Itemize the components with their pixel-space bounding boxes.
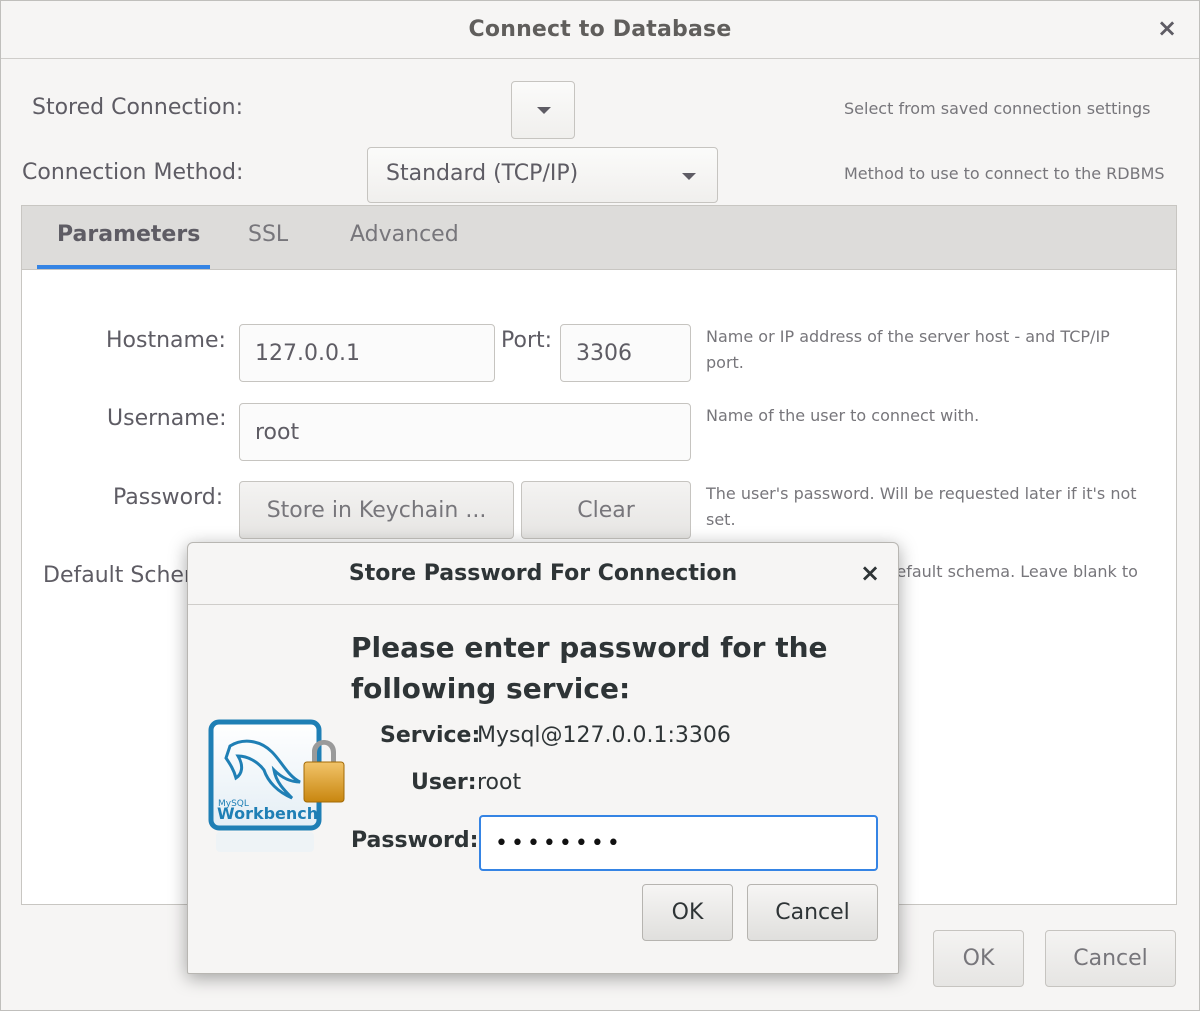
dialog-close-icon[interactable]: × (860, 561, 880, 585)
window-close-icon[interactable]: × (1157, 16, 1177, 40)
window-title: Connect to Database (468, 17, 732, 42)
port-label: Port: (501, 328, 553, 353)
tab-bar: Parameters SSL Advanced (22, 206, 1176, 270)
tab-parameters[interactable]: Parameters (57, 222, 200, 247)
user-label: User: (411, 770, 477, 795)
hostname-hint-line2: port. (706, 353, 744, 372)
dialog-ok-button[interactable]: OK (642, 884, 733, 941)
connection-method-value: Standard (TCP/IP) (386, 161, 579, 186)
hostname-label: Hostname: (106, 328, 226, 353)
password-hint-line1: The user's password. Will be requested l… (706, 484, 1137, 503)
store-in-keychain-button[interactable]: Store in Keychain ... (239, 481, 514, 539)
port-input[interactable]: 3306 (560, 324, 691, 382)
tab-advanced[interactable]: Advanced (350, 222, 459, 247)
stored-connection-label: Stored Connection: (32, 95, 243, 120)
dialog-cancel-button[interactable]: Cancel (747, 884, 878, 941)
username-label: Username: (107, 406, 227, 431)
hostname-hint-line1: Name or IP address of the server host - … (706, 327, 1110, 346)
stored-connection-dropdown[interactable] (511, 81, 575, 139)
stored-connection-hint: Select from saved connection settings (844, 99, 1151, 118)
username-input[interactable]: root (239, 403, 691, 461)
connection-method-dropdown[interactable]: Standard (TCP/IP) (367, 147, 718, 203)
dialog-password-input[interactable]: •••••••• (479, 815, 878, 871)
service-value: Mysql@127.0.0.1:3306 (477, 723, 731, 748)
service-label: Service: (380, 723, 481, 748)
window-titlebar: Connect to Database × (1, 1, 1199, 59)
username-hint: Name of the user to connect with. (706, 406, 980, 425)
chevron-down-icon (537, 107, 551, 114)
dialog-titlebar: Store Password For Connection × (188, 543, 898, 605)
dialog-heading-line2: following service: (351, 672, 631, 705)
dialog-title: Store Password For Connection (348, 561, 738, 586)
password-label: Password: (113, 485, 224, 510)
clear-password-button[interactable]: Clear (521, 481, 691, 539)
store-password-dialog: Store Password For Connection × Please e… (187, 542, 899, 974)
hostname-input[interactable]: 127.0.0.1 (239, 324, 495, 382)
chevron-down-icon (682, 173, 696, 180)
connect-ok-button[interactable]: OK (933, 930, 1024, 987)
active-tab-indicator (37, 265, 210, 269)
connection-method-label: Connection Method: (22, 160, 244, 185)
logo-workbench-text: Workbench (217, 804, 318, 823)
connection-method-hint: Method to use to connect to the RDBMS (844, 164, 1165, 183)
connect-cancel-button[interactable]: Cancel (1045, 930, 1176, 987)
dialog-heading-line1: Please enter password for the (351, 631, 828, 664)
dialog-password-label: Password: (351, 828, 479, 853)
password-hint-line2: set. (706, 510, 736, 529)
user-value: root (477, 770, 522, 795)
tab-ssl[interactable]: SSL (248, 222, 288, 247)
mysql-workbench-logo-icon: MySQL Workbench (208, 719, 345, 852)
